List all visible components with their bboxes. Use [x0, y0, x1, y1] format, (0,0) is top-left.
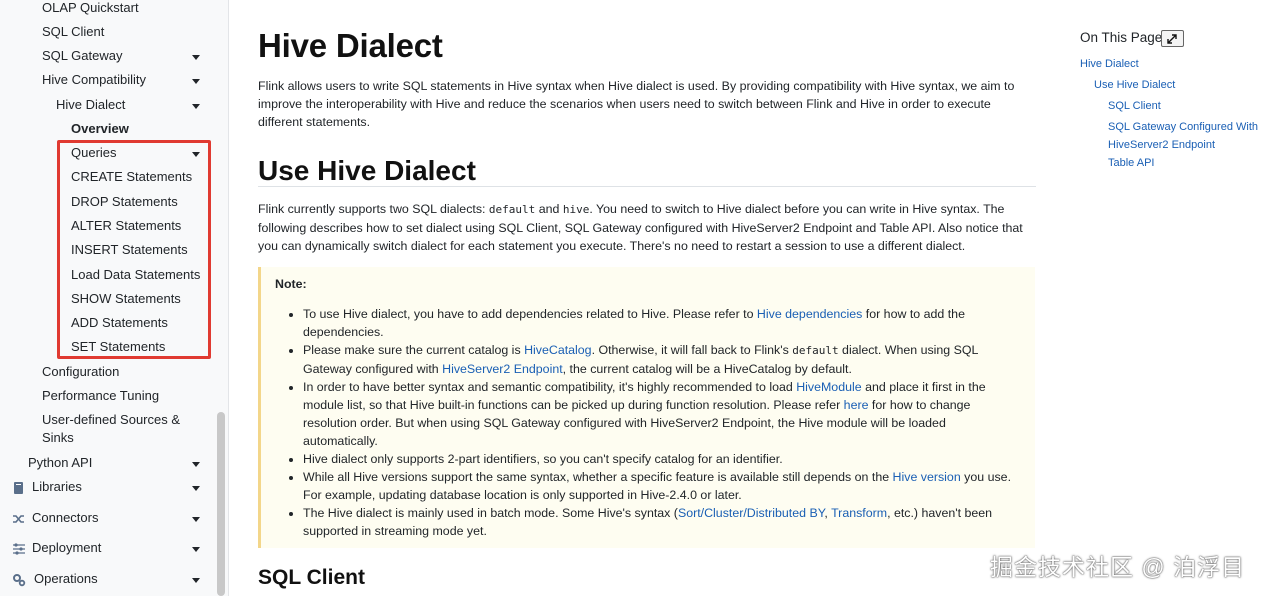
list-item: In order to have better syntax and seman…	[303, 378, 1023, 450]
inline-code: default	[488, 203, 536, 216]
chevron-down-icon[interactable]	[192, 578, 200, 583]
text: The Hive dialect is mainly used in batch…	[303, 506, 678, 520]
sidebar-item-overview[interactable]: Overview	[71, 119, 129, 139]
sidebar-item-drop-statements[interactable]: DROP Statements	[71, 192, 178, 212]
toc-title: On This Page	[1080, 30, 1163, 45]
text: Please make sure the current catalog is	[303, 343, 525, 357]
sidebar-item-user-defined-sources-sinks[interactable]: User-defined Sources & Sinks	[42, 411, 192, 447]
sidebar-item-set-statements[interactable]: SET Statements	[71, 337, 165, 357]
chevron-down-icon[interactable]	[192, 152, 200, 157]
intro-paragraph: Flink allows users to write SQL statemen…	[258, 79, 1015, 129]
toc-link-sql-gateway-hiveserver2[interactable]: SQL Gateway Configured With HiveServer2 …	[1108, 118, 1263, 154]
note-list: To use Hive dialect, you have to add dep…	[303, 305, 1023, 540]
page-title: Hive Dialect	[258, 27, 443, 64]
sliders-icon	[13, 543, 25, 555]
sidebar-item-performance-tuning[interactable]: Performance Tuning	[42, 386, 159, 406]
toc-link-hive-dialect[interactable]: Hive Dialect	[1080, 55, 1240, 73]
sidebar-item-operations[interactable]: Operations	[34, 569, 98, 589]
sort-cluster-distributed-by-link[interactable]: Sort/Cluster/Distributed BY	[678, 506, 824, 520]
sidebar-item-configuration[interactable]: Configuration	[42, 362, 119, 382]
sidebar-nav: OLAP Quickstart SQL Client SQL Gateway H…	[0, 0, 229, 596]
heading-divider	[258, 186, 1036, 187]
list-item: Please make sure the current catalog is …	[303, 341, 1023, 378]
text: , the current catalog will be a HiveCata…	[562, 362, 852, 376]
sidebar-item-sql-gateway[interactable]: SQL Gateway	[42, 46, 122, 66]
sidebar-item-show-statements[interactable]: SHOW Statements	[71, 289, 181, 309]
here-link[interactable]: here	[844, 398, 869, 412]
book-icon	[14, 482, 23, 494]
text: To use Hive dialect, you have to add dep…	[303, 307, 757, 321]
collapse-toc-button[interactable]	[1161, 30, 1184, 47]
chevron-down-icon[interactable]	[192, 55, 200, 60]
hivemodule-link[interactable]: HiveModule	[796, 380, 861, 394]
hive-dependencies-link[interactable]: Hive dependencies	[757, 307, 862, 321]
note-title: Note:	[275, 277, 307, 291]
sidebar-item-create-statements[interactable]: CREATE Statements	[71, 167, 192, 187]
hivecatalog-link[interactable]: HiveCatalog	[524, 343, 592, 357]
sidebar-item-insert-statements[interactable]: INSERT Statements	[71, 240, 188, 260]
sidebar-item-hive-compatibility[interactable]: Hive Compatibility	[42, 70, 146, 90]
sidebar-item-alter-statements[interactable]: ALTER Statements	[71, 216, 181, 236]
hiveserver2-endpoint-link[interactable]: HiveServer2 Endpoint	[442, 362, 563, 376]
dialect-paragraph: Flink currently supports two SQL dialect…	[258, 200, 1033, 255]
chevron-down-icon[interactable]	[192, 486, 200, 491]
list-item: The Hive dialect is mainly used in batch…	[303, 504, 1023, 540]
chevron-down-icon[interactable]	[192, 104, 200, 109]
text: In order to have better syntax and seman…	[303, 380, 797, 394]
text: . Otherwise, it will fall back to Flink'…	[591, 343, 793, 357]
list-item: Hive dialect only supports 2-part identi…	[303, 450, 1023, 468]
toc-link-use-hive-dialect[interactable]: Use Hive Dialect	[1094, 76, 1254, 94]
sidebar-item-connectors[interactable]: Connectors	[32, 508, 98, 528]
inline-code: hive	[562, 203, 590, 216]
note-callout: Note: To use Hive dialect, you have to a…	[258, 267, 1035, 548]
sidebar-item-hive-dialect[interactable]: Hive Dialect	[56, 95, 125, 115]
chevron-down-icon[interactable]	[192, 462, 200, 467]
transform-link[interactable]: Transform	[831, 506, 887, 520]
shuffle-icon	[13, 515, 24, 523]
sidebar-item-libraries[interactable]: Libraries	[32, 477, 82, 497]
sidebar-scrollbar[interactable]	[217, 412, 225, 596]
sidebar-item-sql-client[interactable]: SQL Client	[42, 22, 104, 42]
list-item: To use Hive dialect, you have to add dep…	[303, 305, 1023, 341]
sidebar-item-load-data-statements[interactable]: Load Data Statements	[71, 265, 200, 285]
sidebar-item-python-api[interactable]: Python API	[28, 453, 92, 473]
watermark: 掘金技术社区 @ 泊浮目	[990, 554, 1246, 580]
section-heading-use-hive-dialect: Use Hive Dialect	[258, 155, 476, 186]
chevron-down-icon[interactable]	[192, 79, 200, 84]
collapse-icon	[1167, 34, 1177, 44]
sidebar-item-deployment[interactable]: Deployment	[32, 538, 101, 558]
inline-code: default	[792, 344, 839, 357]
gears-icon	[13, 574, 26, 587]
text: and	[535, 202, 563, 216]
sidebar-item-add-statements[interactable]: ADD Statements	[71, 313, 168, 333]
chevron-down-icon[interactable]	[192, 547, 200, 552]
sidebar-item-queries[interactable]: Queries	[71, 143, 117, 163]
toc-link-table-api[interactable]: Table API	[1108, 154, 1268, 172]
sidebar-item-olap-quickstart[interactable]: OLAP Quickstart	[42, 0, 139, 18]
chevron-down-icon[interactable]	[192, 517, 200, 522]
toc-link-sql-client[interactable]: SQL Client	[1108, 97, 1268, 115]
text: Flink currently supports two SQL dialect…	[258, 202, 489, 216]
hive-version-link[interactable]: Hive version	[893, 470, 961, 484]
section-heading-sql-client: SQL Client	[258, 566, 365, 589]
list-item: While all Hive versions support the same…	[303, 468, 1023, 504]
text: While all Hive versions support the same…	[303, 470, 893, 484]
